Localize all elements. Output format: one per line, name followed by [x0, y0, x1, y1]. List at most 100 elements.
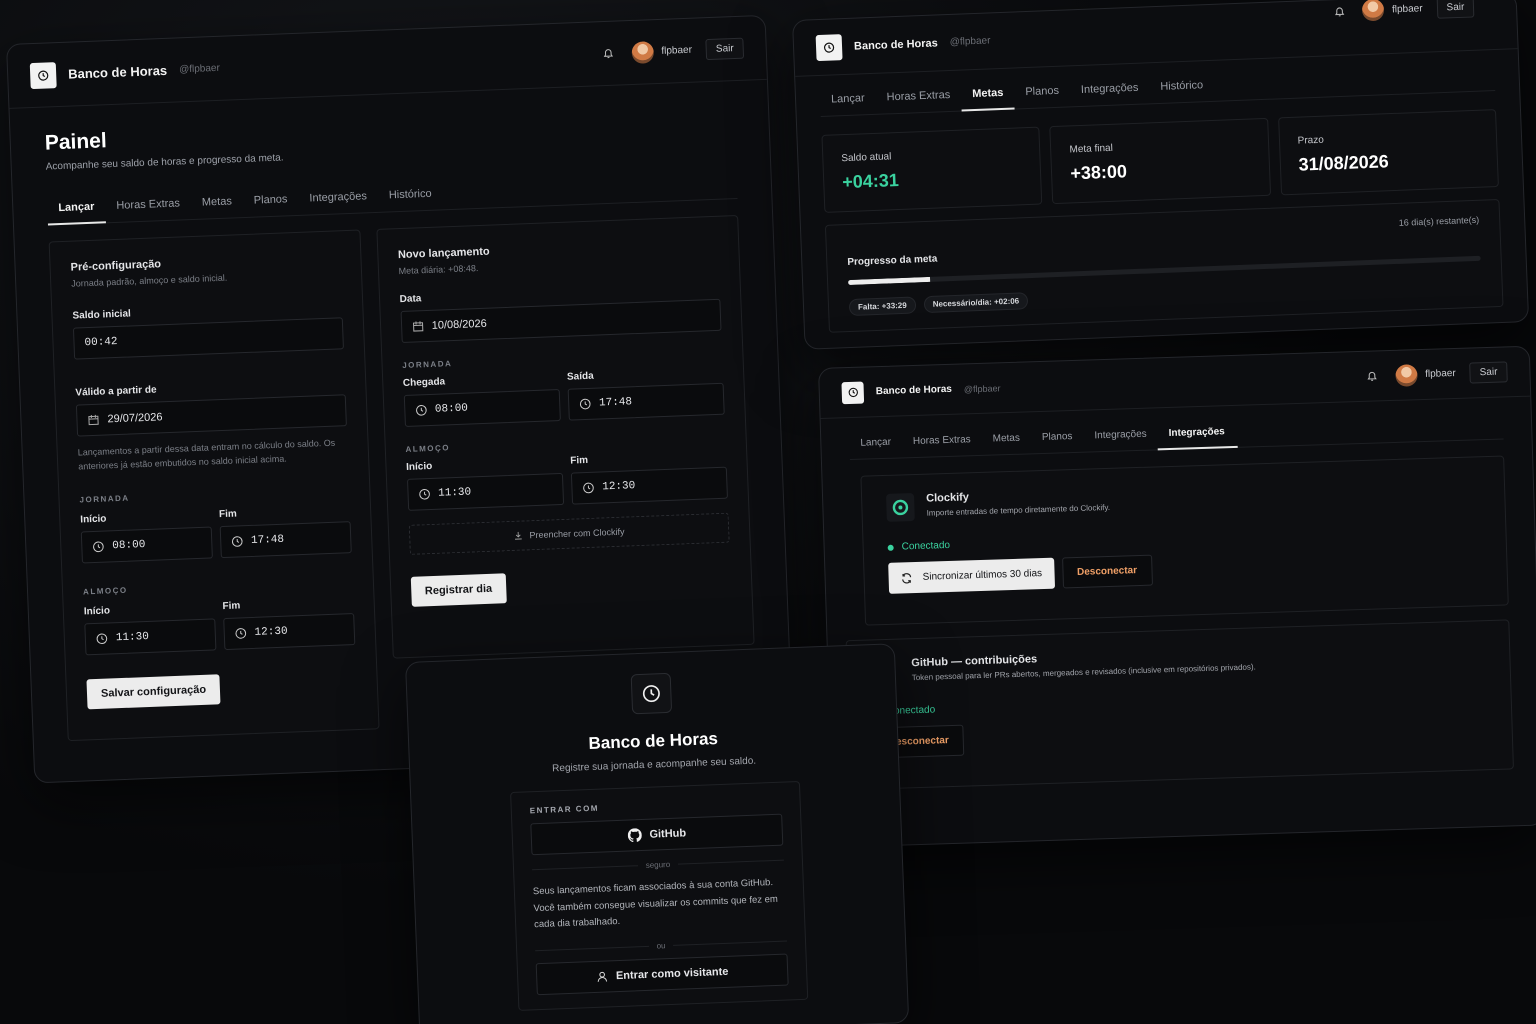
clock-logo-icon	[815, 33, 843, 61]
brand-name: Banco de Horas	[875, 383, 953, 398]
progress-fill	[848, 276, 931, 286]
divider	[535, 945, 649, 952]
jornada-section: JORNADA	[79, 493, 130, 505]
login-panel: Banco de Horas Registre sua jornada e ac…	[405, 643, 910, 1024]
tab-lancar[interactable]: Lançar	[47, 190, 106, 224]
user-handle: @flpbaer	[963, 382, 1001, 394]
avatar[interactable]	[1394, 363, 1418, 387]
integracoes-tab-bar: Lançar Horas Extras Metas Planos Integra…	[848, 407, 1504, 461]
saida-label: Saída	[566, 370, 594, 383]
guest-login-label: Entrar como visitante	[615, 965, 729, 983]
tab-lancar[interactable]: Lançar	[819, 82, 876, 116]
tab-integracoes[interactable]: Integrações	[1083, 418, 1158, 451]
jornada-inicio-input[interactable]: 08:00	[80, 526, 213, 564]
bell-icon[interactable]	[1330, 2, 1349, 21]
almoco-inicio-value: 11:30	[115, 630, 150, 645]
github-icon	[627, 828, 642, 843]
clock-icon	[415, 405, 427, 416]
clockify-name: Clockify	[925, 491, 970, 505]
tab-horas-extras[interactable]: Horas Extras	[901, 424, 982, 457]
valido-note: Lançamentos a partir dessa data entram n…	[77, 437, 336, 472]
divider	[673, 940, 788, 946]
logout-button[interactable]: Sair	[705, 37, 745, 61]
calendar-icon	[412, 321, 423, 332]
saldo-atual-card: Saldo atual +04:31	[821, 126, 1043, 213]
tab-metas[interactable]: Metas	[190, 185, 243, 219]
jornada-inicio-value: 08:00	[112, 539, 146, 553]
clockify-disconnect-button[interactable]: Desconectar	[1061, 554, 1153, 589]
avatar[interactable]	[630, 40, 654, 64]
novo-fim-label: Fim	[570, 454, 589, 467]
almoco-fim-value: 12:30	[254, 625, 288, 639]
user-handle: @flpbaer	[949, 35, 991, 48]
almoco-section: ALMOÇO	[82, 585, 128, 597]
preconfig-card: Pré-configuração Jornada padrão, almoço …	[48, 229, 380, 742]
save-config-button[interactable]: Salvar configuração	[86, 674, 221, 710]
saldo-atual-label: Saldo atual	[841, 151, 892, 165]
valido-date-input[interactable]: 29/07/2026	[75, 394, 347, 437]
data-input[interactable]: 10/08/2026	[400, 298, 722, 344]
meta-final-value: +38:00	[1070, 161, 1128, 184]
chegada-label: Chegada	[402, 376, 446, 390]
login-title: Banco de Horas	[588, 729, 719, 754]
github-login-button[interactable]: GitHub	[530, 813, 784, 856]
tab-metas[interactable]: Metas	[981, 422, 1031, 455]
chegada-value: 08:00	[434, 402, 469, 416]
clockify-fill-button[interactable]: Preencher com Clockify	[408, 512, 730, 555]
user-icon	[597, 971, 607, 982]
tab-horas-extras[interactable]: Horas Extras	[875, 79, 962, 114]
avatar[interactable]	[1361, 0, 1385, 22]
clockify-status: Conectado	[901, 539, 951, 553]
login-info: Seus lançamentos ficam associados à sua …	[532, 877, 779, 931]
clock-icon	[231, 536, 243, 547]
novo-inicio-input[interactable]: 11:30	[406, 472, 564, 511]
tab-lancar[interactable]: Lançar	[849, 426, 903, 459]
novo-fim-input[interactable]: 12:30	[570, 466, 728, 505]
sync-label: Sincronizar últimos 30 dias	[922, 568, 1043, 583]
logout-button[interactable]: Sair	[1436, 0, 1475, 19]
tab-bar: Lançar Horas Extras Metas Planos Integra…	[46, 166, 738, 226]
novo-inicio-label: Início	[405, 460, 433, 473]
clock-icon	[235, 628, 246, 639]
almoco-inicio-input[interactable]: 11:30	[84, 618, 217, 656]
saldo-inicial-value: 00:42	[84, 335, 118, 350]
tab-historico[interactable]: Histórico	[377, 177, 443, 211]
novo-lancamento-card: Novo lançamento Meta diária: +08:48. Dat…	[375, 215, 755, 659]
saida-input[interactable]: 17:48	[567, 382, 725, 421]
user-name: flpbaer	[1391, 2, 1423, 15]
clock-logo-icon	[841, 381, 865, 404]
meta-final-card: Meta final +38:00	[1049, 117, 1271, 205]
almoco-fim-input[interactable]: 12:30	[223, 613, 355, 651]
chegada-input[interactable]: 08:00	[403, 389, 561, 427]
divider	[678, 859, 784, 865]
tab-planos[interactable]: Planos	[242, 183, 299, 217]
clockify-fill-label: Preencher com Clockify	[529, 526, 625, 541]
github-login-label: GitHub	[649, 827, 687, 841]
tab-integracoes[interactable]: Integrações	[298, 180, 379, 215]
saldo-inicial-input[interactable]: 00:42	[72, 317, 344, 360]
prazo-value: 31/08/2026	[1298, 151, 1389, 175]
clock-icon	[582, 482, 594, 494]
integracoes-panel: Banco de Horas @flpbaer flpbaer Sair Lan…	[818, 345, 1536, 848]
bell-icon[interactable]	[599, 44, 618, 63]
guest-login-button[interactable]: Entrar como visitante	[535, 953, 789, 996]
logout-button[interactable]: Sair	[1469, 361, 1508, 384]
tab-historico[interactable]: Histórico	[1149, 69, 1215, 103]
tab-planos[interactable]: Planos	[1030, 421, 1084, 454]
clock-icon	[418, 488, 430, 500]
tab-horas-extras[interactable]: Horas Extras	[105, 187, 192, 222]
tab-integracoes-active[interactable]: Integrações	[1157, 416, 1238, 449]
saldo-atual-value: +04:31	[841, 170, 900, 193]
sync-button[interactable]: Sincronizar últimos 30 dias	[888, 557, 1055, 594]
tab-integracoes[interactable]: Integrações	[1069, 71, 1150, 106]
clock-icon	[579, 398, 591, 410]
tab-planos[interactable]: Planos	[1014, 74, 1071, 108]
clock-icon	[93, 541, 104, 553]
clock-logo-icon	[29, 61, 57, 89]
register-day-button[interactable]: Registrar dia	[410, 573, 507, 607]
calendar-icon	[88, 414, 99, 426]
tab-metas[interactable]: Metas	[961, 77, 1015, 111]
novo-fim-value: 12:30	[602, 480, 636, 494]
bell-icon[interactable]	[1363, 367, 1382, 386]
jornada-fim-input[interactable]: 17:48	[219, 521, 352, 559]
